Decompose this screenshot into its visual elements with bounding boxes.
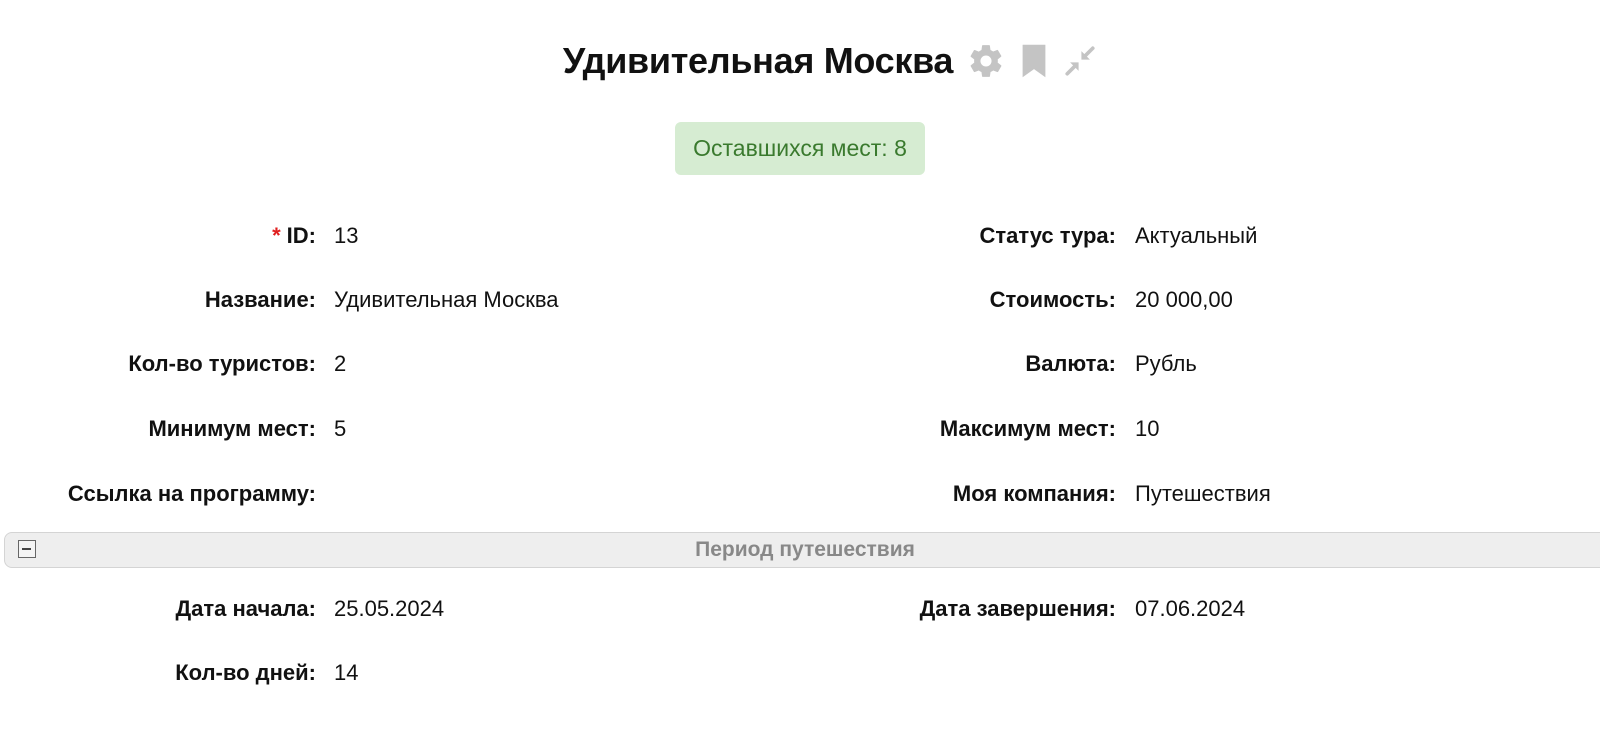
end-date-label: Дата завершения: [919, 596, 1116, 621]
name-value: Удивительная Москва [334, 287, 559, 312]
end-date-value: 07.06.2024 [1135, 596, 1246, 621]
currency-value: Рубль [1135, 351, 1197, 376]
header: Удивительная Москва [0, 36, 1600, 86]
field-row: Минимум мест: 5 Максимум мест: 10 [0, 409, 1600, 449]
tourists-count-value: 2 [334, 351, 347, 376]
tourists-count-label: Кол-во туристов: [128, 351, 316, 376]
field-row: Кол-во туристов: 2 Валюта: Рубль [0, 344, 1600, 384]
min-seats-label: Минимум мест: [148, 416, 316, 441]
header-actions [967, 42, 1097, 80]
id-label: * ID: [272, 216, 316, 256]
name-label: Название: [204, 287, 316, 312]
start-date-label: Дата начала: [175, 596, 316, 621]
tour-status-value: Актуальный [1135, 223, 1258, 248]
page-title: Удивительная Москва [562, 40, 954, 81]
badge-container: Оставшихся мест: 8 [0, 122, 1600, 175]
id-label-text: ID: [286, 223, 316, 248]
field-row: * ID: 13 Статус тура: Актуальный [0, 216, 1600, 256]
cost-label: Стоимость: [989, 287, 1116, 312]
collapse-arrows-icon[interactable] [1063, 44, 1097, 78]
my-company-value: Путешествия [1135, 481, 1271, 506]
gear-icon[interactable] [967, 42, 1005, 80]
currency-label: Валюта: [1025, 351, 1116, 376]
max-seats-value: 10 [1135, 416, 1160, 441]
travel-period-section-header[interactable]: Период путешествия [4, 532, 1600, 568]
program-link-label: Ссылка на программу: [67, 481, 316, 506]
section-title: Период путешествия [695, 538, 915, 561]
tour-status-label: Статус тура: [979, 223, 1116, 248]
days-count-label: Кол-во дней: [175, 660, 316, 685]
cost-value: 20 000,00 [1135, 287, 1233, 312]
field-row: Название: Удивительная Москва Стоимость:… [0, 280, 1600, 320]
my-company-label: Моя компания: [952, 481, 1116, 506]
required-mark: * [272, 223, 281, 248]
field-row: Ссылка на программу: Моя компания: Путеш… [0, 474, 1600, 514]
field-row: Дата начала: 25.05.2024 Дата завершения:… [0, 589, 1600, 629]
remaining-seats-badge: Оставшихся мест: 8 [675, 122, 925, 175]
min-seats-value: 5 [334, 416, 347, 441]
id-value: 13 [334, 223, 359, 248]
tour-detail-page: Удивительная Москва Оставшихся мест: 8 *… [0, 0, 1600, 742]
max-seats-label: Максимум мест: [939, 416, 1116, 441]
header-inner: Удивительная Москва [563, 40, 1097, 82]
field-row: Кол-во дней: 14 [0, 653, 1600, 693]
bookmark-icon[interactable] [1021, 43, 1047, 79]
days-count-value: 14 [334, 660, 359, 685]
start-date-value: 25.05.2024 [334, 596, 445, 621]
